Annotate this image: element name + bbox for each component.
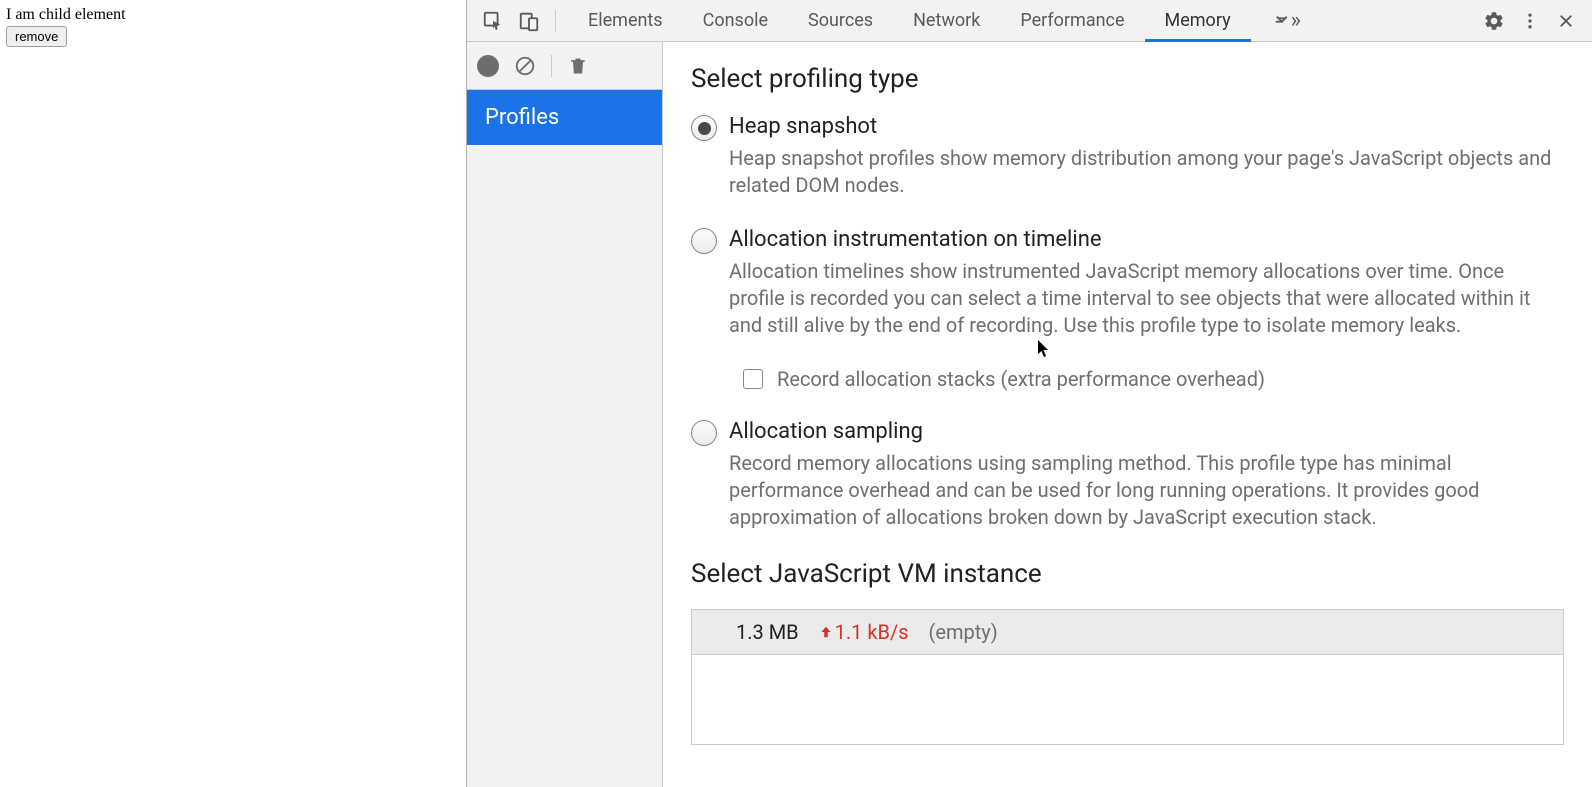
devtools-body: Profiles Select profiling type Heap snap…: [467, 42, 1592, 787]
radio-allocation-sampling[interactable]: [691, 420, 717, 446]
tab-elements[interactable]: Elements: [568, 1, 683, 42]
profiles-toolbar: [467, 42, 662, 90]
remove-button[interactable]: remove: [6, 26, 67, 47]
vm-list-empty: [691, 655, 1564, 745]
devtools-tabs: Elements Console Sources Network Perform…: [568, 0, 1321, 41]
option-desc: Heap snapshot profiles show memory distr…: [729, 145, 1564, 199]
option-desc: Record memory allocations using sampling…: [729, 450, 1564, 531]
option-allocation-sampling[interactable]: Allocation sampling Record memory alloca…: [691, 419, 1564, 531]
sub-option-label: Record allocation stacks (extra performa…: [777, 367, 1265, 391]
vm-label: (empty): [929, 620, 998, 644]
tab-overflow[interactable]: »: [1251, 1, 1321, 42]
tab-console[interactable]: Console: [683, 1, 788, 42]
profiles-main: Select profiling type Heap snapshot Heap…: [663, 42, 1592, 787]
separator: [555, 10, 556, 32]
profiles-section-header[interactable]: Profiles: [467, 90, 662, 145]
webpage-content: I am child element remove: [0, 0, 467, 787]
clear-icon[interactable]: [511, 52, 539, 80]
vm-size: 1.3 MB: [736, 620, 799, 644]
option-heap-snapshot[interactable]: Heap snapshot Heap snapshot profiles sho…: [691, 114, 1564, 199]
tab-sources[interactable]: Sources: [788, 1, 893, 42]
inspect-element-icon[interactable]: [475, 1, 511, 41]
vm-rate: 1.1 kB/s: [819, 620, 909, 644]
close-icon[interactable]: [1548, 1, 1584, 41]
more-icon[interactable]: [1512, 1, 1548, 41]
option-title: Heap snapshot: [729, 114, 1564, 139]
devtools-panel: Elements Console Sources Network Perform…: [467, 0, 1592, 787]
vm-rate-value: 1.1 kB/s: [835, 620, 909, 644]
settings-icon[interactable]: [1476, 1, 1512, 41]
vm-instance-heading: Select JavaScript VM instance: [691, 559, 1564, 589]
option-desc: Allocation timelines show instrumented J…: [729, 258, 1564, 339]
arrow-up-icon: [819, 624, 833, 640]
option-allocation-timeline[interactable]: Allocation instrumentation on timeline A…: [691, 227, 1564, 339]
option-title: Allocation sampling: [729, 419, 1564, 444]
tab-memory[interactable]: Memory: [1145, 1, 1251, 42]
trash-icon[interactable]: [564, 52, 592, 80]
device-toolbar-icon[interactable]: [511, 1, 547, 41]
separator: [551, 55, 552, 77]
option-title: Allocation instrumentation on timeline: [729, 227, 1564, 252]
devtools-tabbar: Elements Console Sources Network Perform…: [467, 0, 1592, 42]
tab-network[interactable]: Network: [893, 1, 1000, 42]
vm-instance-row[interactable]: 1.3 MB 1.1 kB/s (empty): [691, 609, 1564, 655]
record-button[interactable]: [477, 55, 499, 77]
child-element-text: I am child element: [6, 6, 460, 24]
tab-performance[interactable]: Performance: [1000, 1, 1144, 42]
profiles-sidebar: Profiles: [467, 42, 663, 787]
radio-allocation-timeline[interactable]: [691, 228, 717, 254]
radio-heap-snapshot[interactable]: [691, 115, 717, 141]
checkbox-record-stacks[interactable]: [743, 369, 763, 389]
profiling-type-heading: Select profiling type: [691, 64, 1564, 94]
sub-option-record-stacks[interactable]: Record allocation stacks (extra performa…: [743, 367, 1564, 391]
